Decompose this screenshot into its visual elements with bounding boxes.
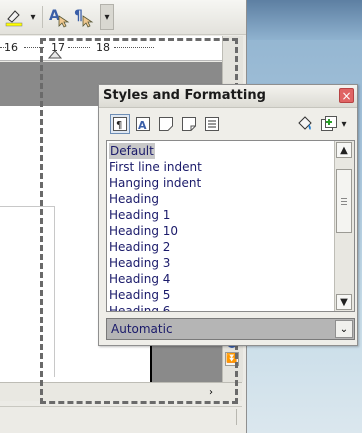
- list-item[interactable]: Heading 4: [109, 271, 170, 287]
- list-item[interactable]: Heading 3: [109, 255, 170, 271]
- styles-list-scrollbar[interactable]: ▲ ▼: [334, 141, 354, 311]
- character-style-pointer-button[interactable]: A: [48, 5, 70, 29]
- style-family-toolbar: ¶ A ▾: [99, 109, 357, 137]
- ruler-mark: 16: [4, 41, 18, 54]
- toolbar-separator: [42, 6, 43, 28]
- style-filter-value: Automatic: [111, 322, 173, 336]
- scroll-up-button[interactable]: ▲: [336, 142, 352, 158]
- paragraph-styles-icon: ¶: [113, 117, 127, 131]
- close-button[interactable]: ×: [339, 88, 354, 103]
- svg-text:A: A: [49, 8, 60, 24]
- svg-text:A: A: [138, 119, 147, 132]
- list-item[interactable]: Heading 10: [109, 223, 178, 239]
- fill-format-mode-icon: [298, 116, 312, 130]
- svg-text:¶: ¶: [74, 8, 83, 24]
- chevron-down-icon: ▾: [30, 11, 36, 23]
- close-icon: ×: [341, 89, 352, 103]
- new-style-from-selection-icon: [321, 116, 337, 131]
- style-filter-select[interactable]: Automatic ⌄: [106, 318, 355, 340]
- paragraph-pointer-icon: ¶: [74, 8, 94, 28]
- list-item[interactable]: Default: [109, 143, 155, 159]
- list-item[interactable]: Hanging indent: [109, 175, 201, 191]
- next-page-button[interactable]: ⏬: [225, 352, 239, 366]
- scroll-thumb[interactable]: [336, 169, 352, 233]
- list-item[interactable]: Heading: [109, 191, 159, 207]
- frame-styles-icon: [159, 117, 173, 131]
- list-item[interactable]: Heading 1: [109, 207, 170, 223]
- style-filter-dropdown-button[interactable]: ⌄: [335, 320, 353, 338]
- paragraph-styles-button[interactable]: ¶: [110, 114, 130, 134]
- indent-marker-icon[interactable]: [48, 49, 62, 59]
- text-boundary: [0, 206, 55, 377]
- desktop-background-top: [246, 0, 362, 40]
- svg-text:¶: ¶: [116, 120, 122, 131]
- chevron-down-icon: ▼: [340, 296, 348, 308]
- paragraph-style-pointer-button[interactable]: ¶: [72, 5, 94, 29]
- character-styles-button[interactable]: A: [133, 114, 153, 134]
- chevron-down-icon: ▾: [341, 118, 347, 130]
- page-styles-icon: [182, 117, 196, 131]
- double-chevron-down-icon: ⏬: [226, 354, 238, 364]
- formatting-toolbar: ▾ A ¶ ▾: [0, 0, 246, 35]
- character-pointer-icon: A: [49, 8, 70, 28]
- list-item[interactable]: Heading 5: [109, 287, 170, 303]
- window-titlebar[interactable]: Styles and Formatting ×: [99, 85, 357, 108]
- list-item[interactable]: First line indent: [109, 159, 202, 175]
- highlight-dropdown[interactable]: ▾: [28, 5, 38, 29]
- scroll-right-button[interactable]: ›: [204, 385, 218, 399]
- style-actions-dropdown[interactable]: ▾: [339, 114, 349, 134]
- chevron-up-icon: ▲: [340, 144, 348, 156]
- styles-list[interactable]: Default First line indent Hanging indent…: [106, 140, 355, 312]
- ruler-mark: 18: [96, 41, 110, 54]
- status-bar: [0, 406, 242, 427]
- page-styles-button[interactable]: [179, 114, 199, 134]
- chevron-down-icon: ⌄: [339, 323, 349, 335]
- horizontal-ruler: 16 17 18: [0, 36, 222, 61]
- styles-and-formatting-window[interactable]: Styles and Formatting × ¶ A ▾ Default Fi…: [98, 84, 358, 346]
- chevron-down-icon: ▾: [104, 11, 110, 23]
- frame-styles-button[interactable]: [156, 114, 176, 134]
- highlight-color-button[interactable]: [0, 5, 28, 29]
- list-item[interactable]: Heading 2: [109, 239, 170, 255]
- new-style-from-selection-button[interactable]: [319, 114, 339, 134]
- highlight-icon: [5, 10, 23, 27]
- toolbar-overflow-button[interactable]: ▾: [100, 4, 114, 30]
- list-styles-icon: [205, 117, 219, 131]
- fill-format-mode-button[interactable]: [295, 114, 315, 134]
- list-styles-button[interactable]: [202, 114, 222, 134]
- window-title: Styles and Formatting: [103, 88, 266, 103]
- chevron-right-icon: ›: [209, 386, 213, 398]
- horizontal-scrollbar[interactable]: ›: [0, 382, 242, 401]
- scroll-down-button[interactable]: ▼: [336, 294, 352, 310]
- character-styles-icon: A: [136, 117, 150, 132]
- list-item[interactable]: Heading 6: [109, 303, 170, 311]
